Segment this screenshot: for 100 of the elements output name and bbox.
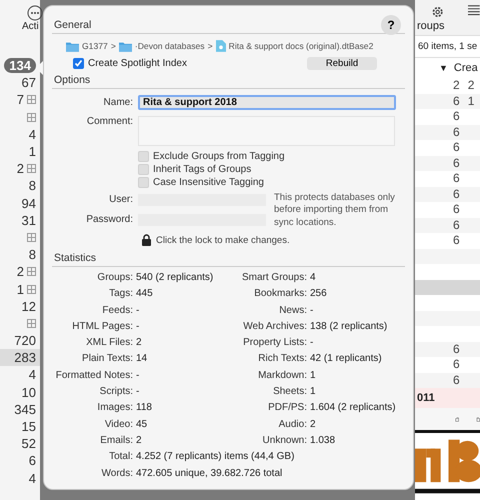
table-cell: 011: [417, 392, 435, 404]
stat-label: Emails:: [99, 434, 133, 448]
stat-label: Property Lists:: [242, 336, 307, 350]
column-header[interactable]: Crea: [454, 62, 478, 74]
help-button[interactable]: ?: [381, 15, 401, 35]
sidebar-row[interactable]: 8: [0, 246, 40, 264]
sidebar-row[interactable]: 94: [0, 194, 40, 212]
table-row[interactable]: 6: [415, 372, 480, 388]
stat-value: 2: [136, 336, 143, 350]
item-count: 4: [28, 126, 36, 142]
sidebar-row[interactable]: 720: [0, 332, 40, 350]
sidebar-row[interactable]: 6: [0, 452, 40, 470]
sidebar-row[interactable]: 15: [0, 418, 40, 436]
checkbox-label: Exclude Groups from Tagging: [153, 151, 285, 162]
sidebar-row[interactable]: 2: [0, 263, 40, 280]
table-cell: 2: [453, 78, 460, 94]
stat-label: Unknown:: [262, 434, 307, 448]
table-cell: 6: [453, 186, 460, 202]
table-row[interactable]: 6 1: [415, 94, 480, 109]
stat-label: Web Archives:: [242, 320, 307, 334]
item-count: 2: [16, 264, 24, 280]
sidebar-row[interactable]: 1: [0, 142, 40, 160]
rebuild-button[interactable]: Rebuild: [307, 57, 377, 70]
stat-label: Total:: [108, 450, 133, 464]
table-row[interactable]: 6: [415, 124, 480, 140]
table-row[interactable]: 011: [415, 388, 480, 408]
field-label: Password:: [85, 214, 133, 227]
sidebar-row[interactable]: 67: [0, 74, 40, 92]
table-row[interactable]: 6: [415, 342, 480, 357]
list-icon[interactable]: [468, 4, 480, 16]
lock-icon[interactable]: [142, 234, 151, 246]
folder-icon: [118, 40, 132, 52]
sidebar-row[interactable]: 4: [0, 366, 40, 384]
table-cell: 6: [453, 156, 460, 171]
item-count: 31: [22, 212, 36, 228]
table-cell: 2: [468, 78, 474, 94]
item-count: 7: [16, 92, 24, 108]
stat-value: 45: [136, 418, 148, 432]
table-cell: 6: [453, 109, 460, 124]
stat-value: 256: [310, 287, 328, 302]
stat-value: 42 (1 replicants): [310, 352, 383, 366]
sidebar-row[interactable]: 4: [0, 126, 40, 143]
stat-label: Words:: [100, 466, 133, 481]
stat-label: Tags:: [108, 287, 133, 302]
checkbox-label: Inherit Tags of Groups: [153, 164, 252, 175]
sidebar-row[interactable]: 10: [0, 384, 40, 401]
sidebar-row[interactable]: 345: [0, 400, 40, 418]
item-count: 12: [22, 298, 36, 314]
checkbox[interactable]: [138, 164, 149, 175]
settings-icon[interactable]: [431, 4, 444, 20]
stat-label: Groups:: [96, 271, 133, 285]
stat-value: -: [136, 304, 140, 318]
sidebar-row[interactable]: 7: [0, 91, 40, 109]
toolbar-label: roups: [417, 20, 445, 32]
path-item[interactable]: ·Devon databases: [134, 41, 205, 51]
item-count: 94: [22, 196, 36, 211]
sidebar-row[interactable]: 12: [0, 298, 40, 315]
more-icon[interactable]: [27, 5, 43, 21]
stat-value: -: [310, 336, 314, 350]
field-label: Comment:: [86, 116, 133, 127]
stat-label: Formatted Notes:: [54, 368, 133, 383]
field-label: Name:: [102, 97, 133, 108]
table-row[interactable]: 6: [415, 218, 480, 233]
stat-value: -: [310, 304, 314, 318]
checkbox[interactable]: [138, 177, 149, 188]
name-field[interactable]: Rita & support 2018: [138, 95, 396, 110]
sidebar-row[interactable]: 1: [0, 280, 40, 298]
table-cell: 1: [468, 94, 474, 109]
sidebar-row[interactable]: 8: [0, 177, 40, 194]
sidebar-row[interactable]: 52: [0, 435, 40, 452]
folder-icon: [66, 40, 79, 52]
section-heading: Options: [52, 74, 405, 89]
stat-value: 138 (2 replicants): [310, 320, 388, 334]
checkbox[interactable]: [73, 58, 84, 69]
item-count: 1: [28, 144, 36, 160]
table-row[interactable]: 6: [415, 186, 480, 202]
table-row[interactable]: [415, 280, 480, 295]
sort-indicator[interactable]: ▼: [439, 63, 448, 73]
sidebar-row[interactable]: 2: [0, 160, 40, 178]
item-count: 720: [14, 333, 36, 348]
stat-value: 1: [310, 385, 317, 400]
item-count: 4: [28, 367, 36, 382]
item-count: 52: [22, 436, 36, 452]
path-item[interactable]: G1377: [82, 41, 108, 51]
item-count: 60 items, 1 se: [415, 35, 480, 58]
sidebar-row[interactable]: 134: [0, 57, 40, 74]
stat-label: HTML Pages:: [71, 320, 133, 334]
path-item[interactable]: Rita & support docs (original).dtBase2: [228, 41, 374, 51]
sidebar-row[interactable]: 283: [0, 349, 40, 366]
sidebar-row[interactable]: 31: [0, 212, 40, 229]
item-count: 1: [16, 282, 24, 297]
item-count: 6: [28, 453, 36, 468]
stat-value: 540 (2 replicants): [136, 271, 214, 285]
section-heading: Statistics: [52, 252, 405, 267]
stat-value: -: [136, 368, 140, 383]
checkbox[interactable]: [138, 151, 149, 162]
stat-label: Bookmarks:: [253, 287, 307, 302]
sidebar-row[interactable]: 4: [0, 470, 40, 487]
table-cell: 6: [453, 171, 460, 186]
table-row[interactable]: 6: [415, 156, 480, 171]
